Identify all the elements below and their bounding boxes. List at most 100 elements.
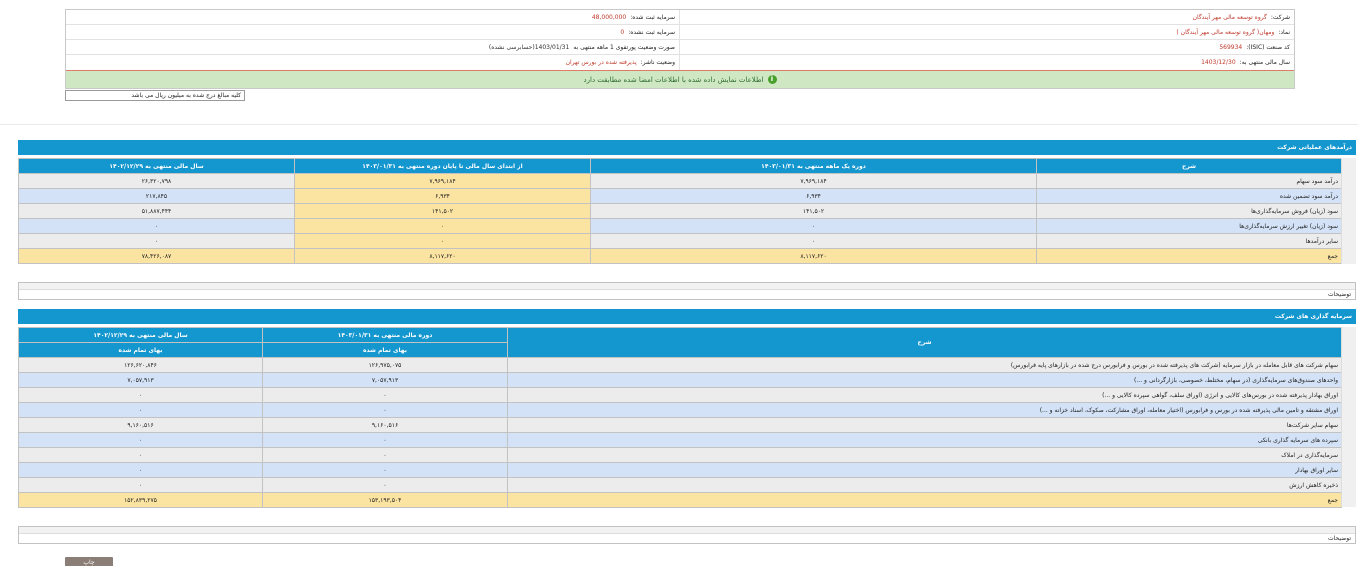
cell-year: ۹,۱۶۰,۵۱۶: [18, 417, 263, 433]
notes-box-header: [19, 283, 1355, 290]
info-row-4: سال مالی منتهی به: 1403/12/30 وضعیت ناشر…: [66, 55, 1294, 70]
cell-month: ۶,۹۳۴: [590, 188, 1037, 204]
table-row: اوراق بهادار پذیرفته شده در بورس‌های کال…: [18, 387, 1342, 403]
row-label: سهام شرکت های قابل معامله در بازار سرمای…: [507, 357, 1342, 373]
cell-year: ۵۱,۸۸۷,۴۴۴: [18, 203, 295, 219]
cell-ytd: ۷,۹۶۹,۱۸۴: [294, 173, 591, 189]
table-row: سایر اوراق بهادار ۰ ۰: [18, 462, 1342, 478]
unregistered-capital-cell: سرمایه ثبت نشده: 0: [66, 25, 680, 39]
info-row-3: کد صنعت (ISIC): 569934 صورت وضعیت پورتفو…: [66, 40, 1294, 55]
row-label: سایر اوراق بهادار: [507, 462, 1342, 478]
table-header-row: شرح دوره یک ماهه منتهی به ۱۴۰۳/۰۱/۳۱ از …: [18, 158, 1342, 174]
cell-year: ۰: [18, 402, 263, 418]
section-divider: [0, 124, 1358, 125]
publisher-status-label: وضعیت ناشر:: [640, 59, 675, 66]
symbol-value: ومهان( گروه توسعه مالی مهر آیندگان ): [1176, 28, 1275, 36]
isic-label: کد صنعت (ISIC):: [1246, 43, 1290, 51]
total-label: جمع: [507, 492, 1342, 508]
col-header-year: سال مالی منتهی به ۱۴۰۲/۱۲/۲۹: [18, 158, 295, 174]
row-label: سرمایه‌گذاری در املاک: [507, 447, 1342, 463]
info-row-2: نماد: ومهان( گروه توسعه مالی مهر آیندگان…: [66, 25, 1294, 40]
notes-label: توضیحات: [1327, 535, 1351, 542]
cell-year: ۱۲۶,۶۲۰,۸۴۶: [18, 357, 263, 373]
cell-period: ۰: [262, 477, 508, 493]
cell-month: ۷,۹۶۹,۱۸۴: [590, 173, 1037, 189]
fiscal-year-value: 1403/12/30: [1201, 59, 1236, 66]
row-label: ذخیره کاهش ارزش: [507, 477, 1342, 493]
table-header-row: شرح دوره مالی منتهی به ۱۴۰۳/۰۱/۳۱ سال ما…: [18, 327, 1342, 358]
table-row: درآمد سود سهام ۷,۹۶۹,۱۸۴ ۷,۹۶۹,۱۸۴ ۲۶,۳۲…: [18, 173, 1342, 189]
total-period: ۱۵۳,۱۹۳,۵۰۴: [262, 492, 508, 508]
cell-year: ۰: [18, 477, 263, 493]
table-row: واحدهای صندوق‌های سرمایه‌گذاری (در سهام،…: [18, 372, 1342, 388]
cell-year: ۷,۰۵۷,۹۱۳: [18, 372, 263, 388]
company-info-panel: شرکت: گروه توسعه مالی مهر آیندگان سرمایه…: [65, 9, 1295, 89]
publisher-status-value: پذیرفته شده در بورس تهران: [565, 59, 637, 66]
cell-year: ۰: [18, 218, 295, 234]
cell-month: ۰: [590, 218, 1037, 234]
unregistered-capital-label: سرمایه ثبت نشده:: [628, 28, 675, 36]
cell-period: ۰: [262, 432, 508, 448]
operating-income-table: شرح دوره یک ماهه منتهی به ۱۴۰۳/۰۱/۳۱ از …: [18, 158, 1342, 264]
row-label: اوراق مشتقه و تامین مالی پذیرفته شده در …: [507, 402, 1342, 418]
notice-text: اطلاعات نمایش داده شده با اطلاعات امضا ش…: [583, 75, 764, 84]
col-header-month: دوره یک ماهه منتهی به ۱۴۰۳/۰۱/۳۱: [590, 158, 1037, 174]
row-label: واحدهای صندوق‌های سرمایه‌گذاری (در سهام،…: [507, 372, 1342, 388]
col-header-desc: شرح: [507, 327, 1342, 358]
isic-value: 569934: [1219, 43, 1243, 51]
table-row: سرمایه‌گذاری در املاک ۰ ۰: [18, 447, 1342, 463]
cell-ytd: ۶,۹۳۴: [294, 188, 591, 204]
info-row-1: شرکت: گروه توسعه مالی مهر آیندگان سرمایه…: [66, 10, 1294, 25]
cell-year: ۰: [18, 447, 263, 463]
total-row: جمع ۱۵۳,۱۹۳,۵۰۴ ۱۵۲,۸۳۹,۲۷۵: [18, 492, 1342, 508]
registered-capital-label: سرمایه ثبت شده:: [630, 13, 675, 21]
investments-table: شرح دوره مالی منتهی به ۱۴۰۳/۰۱/۳۱ سال ما…: [18, 327, 1342, 508]
investments-title-text: سرمایه گذاری های شرکت: [1274, 313, 1352, 320]
print-button[interactable]: چاپ: [65, 557, 113, 566]
cell-year: ۰: [18, 462, 263, 478]
table-row: درآمد سود تضمین شده ۶,۹۳۴ ۶,۹۳۴ ۲۱۷,۸۴۵: [18, 188, 1342, 204]
cell-period: ۰: [262, 402, 508, 418]
table-row: سایر درآمدها ۰ ۰ ۰: [18, 233, 1342, 249]
cell-year: ۰: [18, 432, 263, 448]
cell-year: ۲۱۷,۸۴۵: [18, 188, 295, 204]
row-label: سهام سایر شرکت‌ها: [507, 417, 1342, 433]
cell-month: ۰: [590, 233, 1037, 249]
cell-period: ۹,۱۶۰,۵۱۶: [262, 417, 508, 433]
signature-notice: i اطلاعات نمایش داده شده با اطلاعات امضا…: [66, 70, 1294, 88]
operating-income-title-text: درآمدهای عملیاتی شرکت: [1277, 144, 1352, 151]
cell-month: ۱۴۱,۵۰۲: [590, 203, 1037, 219]
col-subheader-cost-period: بهای تمام شده: [262, 342, 508, 358]
row-label: سود (زیان) تغییر ارزش سرمایه‌گذاری‌ها: [1036, 218, 1342, 234]
cell-period: ۷,۰۵۷,۹۱۳: [262, 372, 508, 388]
table-row: سهام شرکت های قابل معامله در بازار سرمای…: [18, 357, 1342, 373]
table-row: سود (زیان) فروش سرمایه‌گذاری‌ها ۱۴۱,۵۰۲ …: [18, 203, 1342, 219]
row-label: سود (زیان) فروش سرمایه‌گذاری‌ها: [1036, 203, 1342, 219]
cell-period: ۰: [262, 462, 508, 478]
info-icon: i: [767, 75, 777, 84]
unit-select[interactable]: کلیه مبالغ درج شده به میلیون ریال می باش…: [65, 90, 245, 101]
vertical-scrollbar[interactable]: [1341, 158, 1356, 264]
total-label: جمع: [1036, 248, 1342, 264]
isic-cell: کد صنعت (ISIC): 569934: [680, 40, 1294, 54]
vertical-scrollbar[interactable]: [1341, 327, 1356, 507]
fiscal-year-label: سال مالی منتهی به:: [1239, 59, 1290, 66]
registered-capital-cell: سرمایه ثبت شده: 48,000,000: [66, 10, 680, 24]
cell-ytd: ۰: [294, 233, 591, 249]
cell-period: ۰: [262, 447, 508, 463]
company-value: گروه توسعه مالی مهر آیندگان: [1192, 13, 1267, 21]
company-label: شرکت:: [1270, 13, 1290, 21]
row-label: سپرده های سرمایه گذاری بانکی: [507, 432, 1342, 448]
print-button-label: چاپ: [83, 559, 95, 566]
cell-ytd: ۱۴۱,۵۰۲: [294, 203, 591, 219]
total-month: ۸,۱۱۷,۶۲۰: [590, 248, 1037, 264]
cell-year: ۰: [18, 387, 263, 403]
symbol-label: نماد:: [1278, 28, 1290, 36]
col-header-period: دوره مالی منتهی به ۱۴۰۳/۰۱/۳۱: [262, 327, 508, 343]
total-year: ۱۵۲,۸۳۹,۲۷۵: [18, 492, 263, 508]
table-row: سهام سایر شرکت‌ها ۹,۱۶۰,۵۱۶ ۹,۱۶۰,۵۱۶: [18, 417, 1342, 433]
investments-title: سرمایه گذاری های شرکت: [18, 309, 1356, 324]
table-row: سود (زیان) تغییر ارزش سرمایه‌گذاری‌ها ۰ …: [18, 218, 1342, 234]
fiscal-year-cell: سال مالی منتهی به: 1403/12/30: [680, 55, 1294, 70]
operating-income-title: درآمدهای عملیاتی شرکت: [18, 140, 1356, 155]
